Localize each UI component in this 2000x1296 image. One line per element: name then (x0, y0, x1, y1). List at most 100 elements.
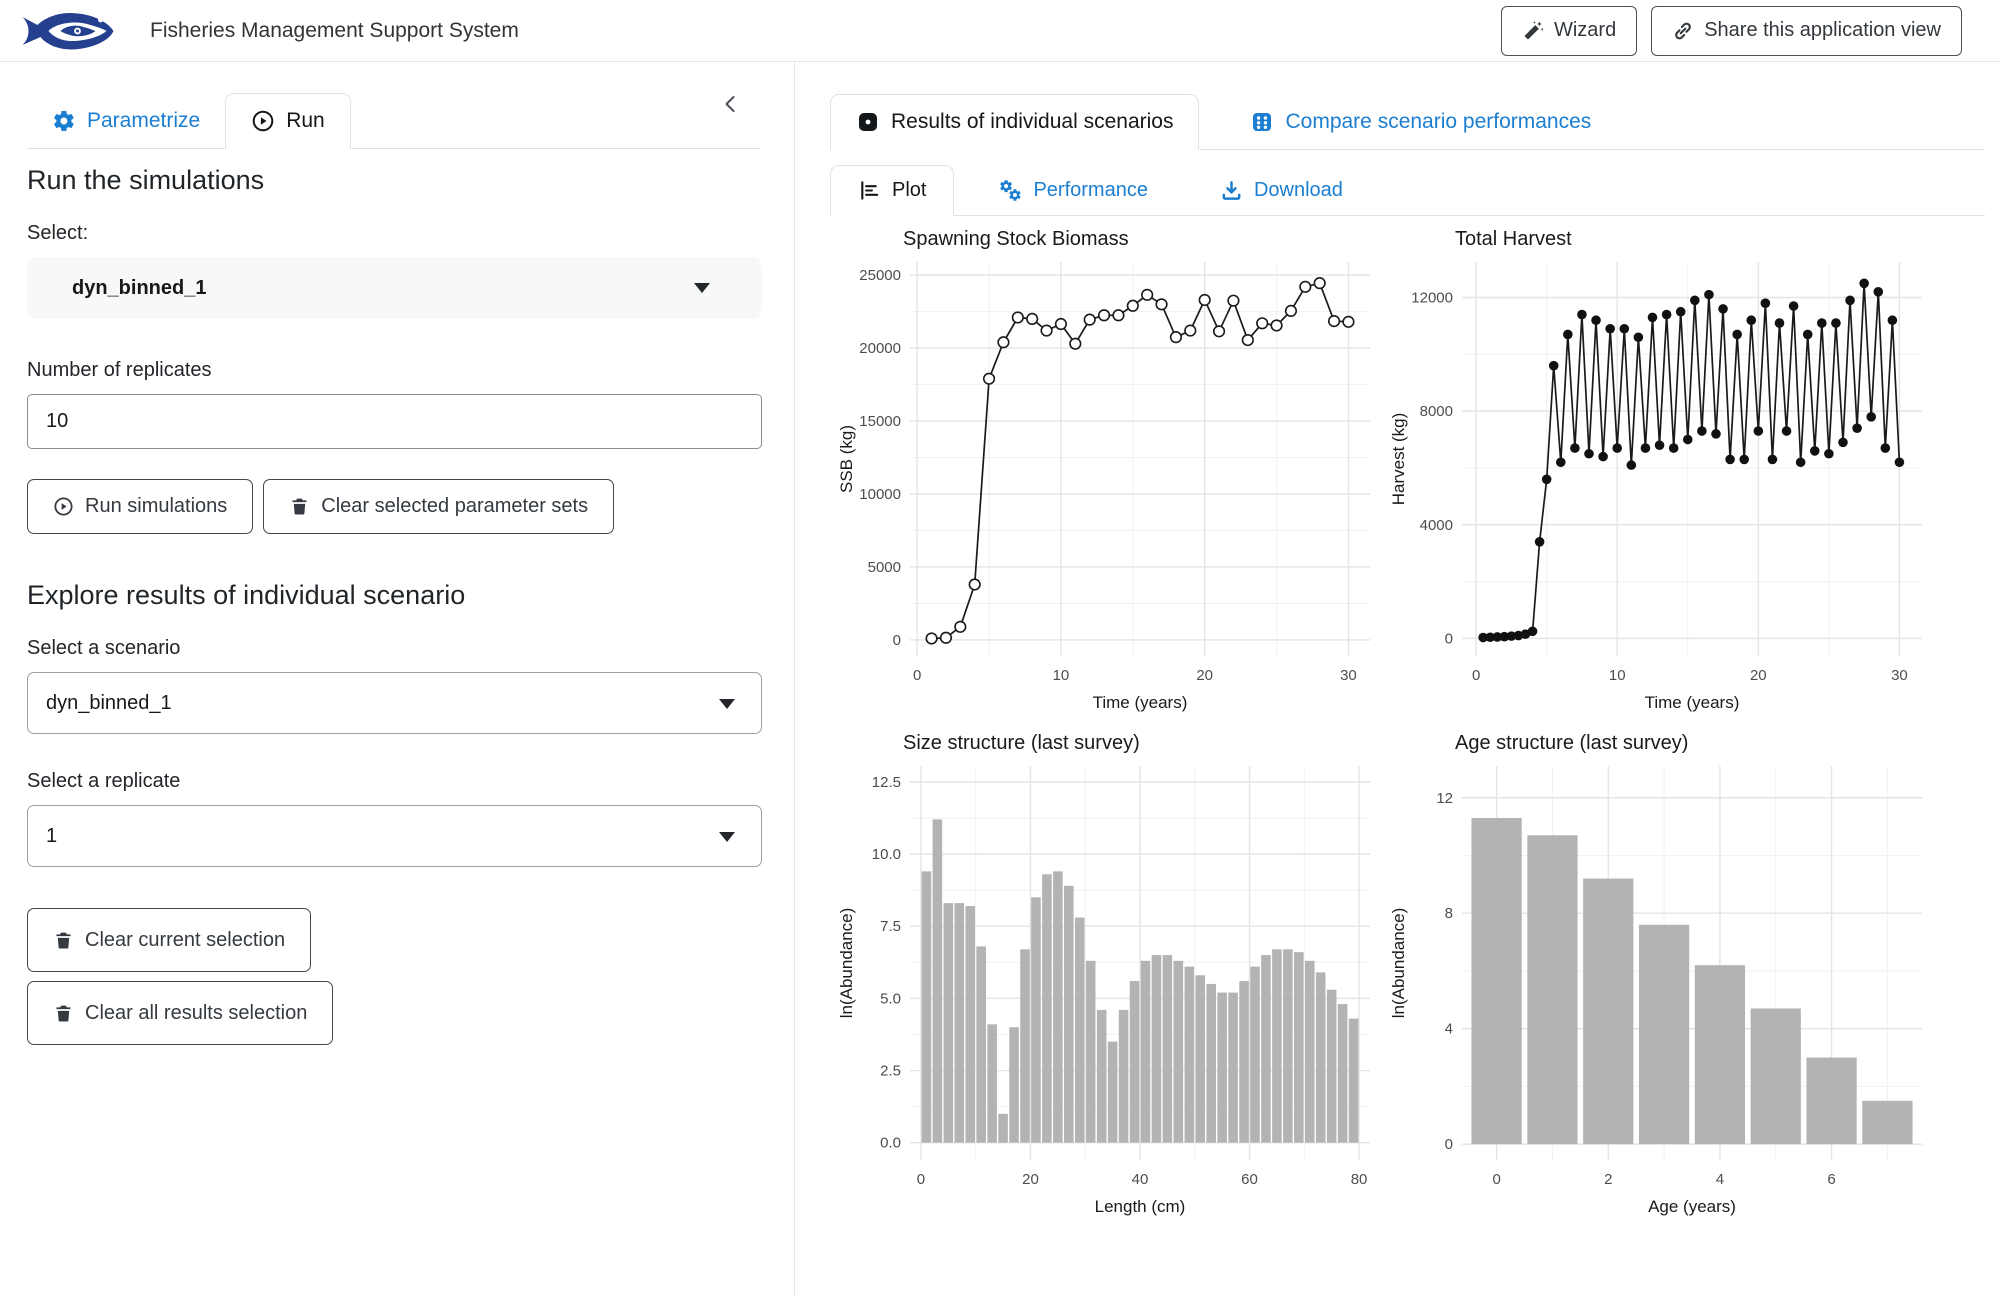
run-section-heading: Run the simulations (27, 165, 761, 196)
replicate-select-value: 1 (46, 825, 57, 848)
subtab-download[interactable]: Download (1193, 166, 1370, 215)
svg-text:80: 80 (1351, 1171, 1368, 1188)
svg-text:0: 0 (1472, 667, 1480, 684)
wizard-button-label: Wizard (1554, 19, 1616, 42)
header-actions: Wizard Share this application view (1501, 6, 1962, 56)
svg-text:20: 20 (1750, 667, 1767, 684)
subtab-performance[interactable]: Performance (972, 166, 1175, 215)
svg-text:20: 20 (1022, 1171, 1039, 1188)
clear-buttons-stack: Clear current selection Clear all result… (27, 899, 761, 1045)
scenario-select[interactable]: dyn_binned_1 (27, 672, 762, 734)
svg-text:8: 8 (1445, 905, 1453, 922)
wizard-button[interactable]: Wizard (1501, 6, 1637, 56)
tab-compare-performances[interactable]: Compare scenario performances (1225, 95, 1616, 149)
gears-icon (999, 179, 1022, 202)
parameter-set-select[interactable]: dyn_binned_1 (27, 257, 762, 319)
chart-total-harvest: Total Harvest040008000120000102030Time (… (1382, 228, 1934, 728)
svg-text:0: 0 (917, 1171, 925, 1188)
svg-text:Spawning Stock Biomass: Spawning Stock Biomass (903, 228, 1129, 250)
svg-text:0: 0 (1445, 630, 1453, 647)
run-simulations-label: Run simulations (85, 495, 227, 518)
svg-text:6: 6 (1827, 1171, 1835, 1188)
svg-text:0: 0 (1445, 1136, 1453, 1153)
share-button-label: Share this application view (1704, 19, 1941, 42)
svg-text:Age structure (last survey): Age structure (last survey) (1455, 732, 1688, 754)
parameter-set-select-value: dyn_binned_1 (72, 277, 206, 300)
svg-text:0: 0 (1492, 1171, 1500, 1188)
svg-text:4000: 4000 (1420, 517, 1453, 534)
svg-text:Total Harvest: Total Harvest (1455, 228, 1572, 250)
svg-text:0: 0 (893, 632, 901, 649)
trash-icon (289, 496, 310, 517)
tab-compare-performances-label: Compare scenario performances (1285, 110, 1591, 134)
chart-size-structure: Size structure (last survey) 0.0 2.5 5.0 7.5… (830, 732, 1382, 1232)
subtab-plot[interactable]: Plot (830, 165, 954, 216)
svg-text:40: 40 (1132, 1171, 1149, 1188)
link-icon (1672, 20, 1694, 42)
svg-text:Harvest (kg): Harvest (kg) (1389, 413, 1408, 506)
svg-text:8000: 8000 (1420, 403, 1453, 420)
svg-text:0.0: 0.0 (880, 1135, 901, 1152)
clear-parameter-sets-button[interactable]: Clear selected parameter sets (263, 479, 614, 534)
svg-text:12000: 12000 (1411, 290, 1453, 307)
svg-text:ln(Abundance): ln(Abundance) (1389, 908, 1408, 1019)
tab-results-individual[interactable]: Results of individual scenarios (830, 94, 1199, 150)
svg-text:15000: 15000 (859, 413, 901, 430)
scenario-label: Select a scenario (27, 637, 761, 660)
clear-current-selection-button[interactable]: Clear current selection (27, 908, 311, 972)
replicates-input[interactable] (27, 394, 762, 449)
svg-text:12.5: 12.5 (872, 774, 901, 791)
explore-section-heading: Explore results of individual scenario (27, 580, 761, 611)
chart-grid: Spawning Stock Biomass050001000015000200… (830, 228, 1985, 1232)
svg-text:Time (years): Time (years) (1093, 693, 1188, 712)
screen-icon (856, 110, 880, 134)
tab-parametrize[interactable]: Parametrize (27, 94, 225, 148)
svg-text:20000: 20000 (859, 340, 901, 357)
tab-run[interactable]: Run (225, 93, 351, 149)
replicates-label: Number of replicates (27, 359, 761, 382)
replicate-select[interactable]: 1 (27, 805, 762, 867)
subtab-download-label: Download (1254, 179, 1343, 202)
download-icon (1220, 179, 1243, 202)
svg-text:2.5: 2.5 (880, 1063, 901, 1080)
svg-text:5000: 5000 (868, 559, 901, 576)
svg-text:25000: 25000 (859, 267, 901, 284)
svg-text:20: 20 (1196, 667, 1213, 684)
app-title: Fisheries Management Support System (150, 19, 1501, 43)
svg-text:2: 2 (1604, 1171, 1612, 1188)
svg-text:SSB (kg): SSB (kg) (837, 425, 856, 493)
fisheries-logo-icon (20, 10, 116, 52)
subtab-plot-label: Plot (892, 179, 926, 202)
tab-results-individual-label: Results of individual scenarios (891, 110, 1173, 134)
play-circle-icon (251, 109, 275, 133)
clear-current-selection-label: Clear current selection (85, 929, 285, 952)
gear-icon (52, 109, 76, 133)
caret-down-icon (719, 699, 735, 709)
play-circle-icon (53, 496, 74, 517)
sidebar-tabs: Parametrize Run (27, 62, 761, 149)
clear-parameter-sets-label: Clear selected parameter sets (321, 495, 588, 518)
svg-text:4: 4 (1445, 1021, 1453, 1038)
share-button[interactable]: Share this application view (1651, 6, 1962, 56)
svg-text:7.5: 7.5 (880, 918, 901, 935)
trash-icon (53, 1003, 74, 1024)
replicate-label: Select a replicate (27, 770, 761, 793)
svg-text:4: 4 (1716, 1171, 1724, 1188)
svg-text:10: 10 (1609, 667, 1626, 684)
svg-text:5.0: 5.0 (880, 990, 901, 1007)
subtab-performance-label: Performance (1033, 179, 1148, 202)
svg-text:Size structure (last survey): Size structure (last survey) (903, 732, 1140, 754)
magic-wand-icon (1522, 20, 1544, 42)
run-simulations-button[interactable]: Run simulations (27, 479, 253, 534)
chart-spawning-stock-biomass: Spawning Stock Biomass050001000015000200… (830, 228, 1382, 728)
svg-text:Length (cm): Length (cm) (1095, 1197, 1186, 1216)
sidebar-collapse-icon[interactable] (719, 92, 743, 121)
caret-down-icon (719, 832, 735, 842)
svg-text:12: 12 (1436, 790, 1453, 807)
clear-all-results-button[interactable]: Clear all results selection (27, 981, 333, 1045)
app-header: Fisheries Management Support System Wiza… (0, 0, 2000, 62)
svg-text:Time (years): Time (years) (1645, 693, 1740, 712)
tab-parametrize-label: Parametrize (87, 109, 200, 133)
trash-icon (53, 930, 74, 951)
sidebar: Parametrize Run Run the simulations Sele… (0, 62, 795, 1296)
